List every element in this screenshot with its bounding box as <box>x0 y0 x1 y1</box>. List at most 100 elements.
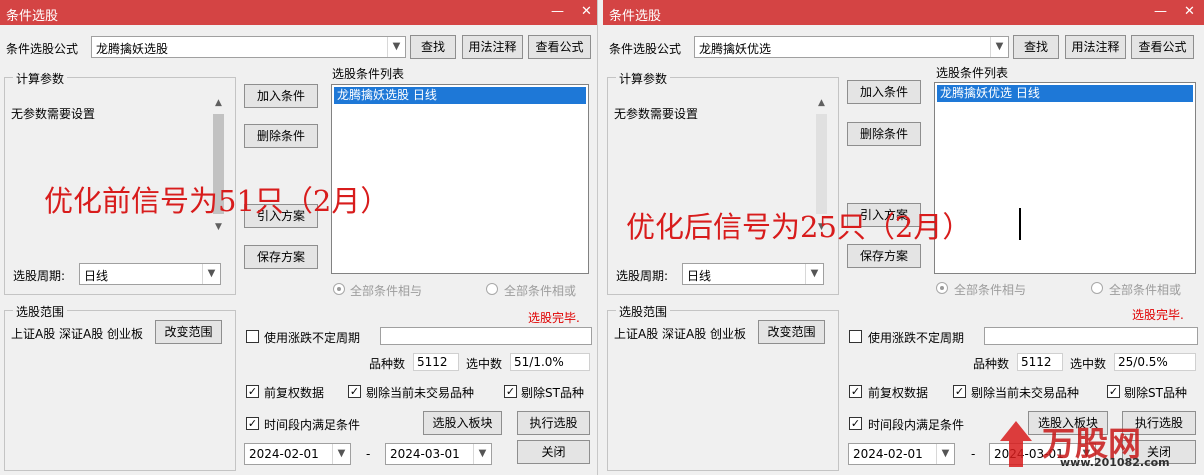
chevron-down-icon[interactable]: ▼ <box>332 444 350 464</box>
formula-label: 条件选股公式 <box>6 42 79 56</box>
chevron-down-icon[interactable]: ▼ <box>202 264 220 284</box>
scroll-up-icon[interactable]: ▲ <box>210 98 227 108</box>
variable-period-checkbox[interactable] <box>849 330 862 343</box>
period-select[interactable]: 日线 ▼ <box>79 263 221 285</box>
variable-period-checkbox[interactable] <box>246 330 259 343</box>
annotation-text: 优化后信号为25只（2月） <box>626 210 972 244</box>
status-text: 选股完毕. <box>1132 308 1184 322</box>
scroll-up-icon[interactable]: ▲ <box>813 98 830 108</box>
date-from-value: 2024-02-01 <box>853 447 923 461</box>
radio-and[interactable] <box>936 282 948 294</box>
date-to-value: 2024-03-01 <box>994 447 1064 461</box>
text-cursor <box>1019 208 1021 240</box>
formula-select[interactable]: 龙腾擒妖选股 ▼ <box>91 36 406 58</box>
change-scope-button[interactable]: 改变范围 <box>155 320 222 344</box>
calc-params-title: 计算参数 <box>616 70 671 87</box>
count-label: 品种数 <box>369 357 406 371</box>
time-range-checkbox[interactable]: ✓ <box>246 417 259 430</box>
view-formula-button[interactable]: 查看公式 <box>1131 35 1194 59</box>
no-params-text: 无参数需要设置 <box>614 107 699 121</box>
radio-or-label: 全部条件相或 <box>504 284 577 298</box>
save-plan-button[interactable]: 保存方案 <box>244 245 318 269</box>
period-label: 选股周期: <box>616 269 669 283</box>
find-button[interactable]: 查找 <box>1013 35 1059 59</box>
date-to-picker[interactable]: 2024-03-01 ▼ <box>385 443 492 465</box>
variable-period-input[interactable] <box>984 327 1198 345</box>
title-bar: 条件选股 — ✕ <box>603 0 1204 25</box>
radio-or[interactable] <box>1091 282 1103 294</box>
add-condition-button[interactable]: 加入条件 <box>244 84 318 108</box>
condition-list-item[interactable]: 龙腾擒妖选股 日线 <box>334 87 586 104</box>
selected-value: 51/1.0% <box>510 353 590 371</box>
remove-st-checkbox[interactable]: ✓ <box>504 385 517 398</box>
adjust-checkbox[interactable]: ✓ <box>849 385 862 398</box>
scroll-thumb[interactable] <box>816 114 827 214</box>
delete-condition-button[interactable]: 删除条件 <box>244 124 318 148</box>
scroll-down-icon[interactable]: ▼ <box>210 222 227 232</box>
scope-text: 上证A股 深证A股 创业板 <box>614 327 747 341</box>
close-button[interactable]: 关闭 <box>517 440 590 464</box>
remove-untraded-checkbox[interactable]: ✓ <box>348 385 361 398</box>
close-icon[interactable]: ✕ <box>1184 4 1195 19</box>
radio-and[interactable] <box>333 283 345 295</box>
radio-and-label: 全部条件相与 <box>350 284 423 298</box>
execute-button[interactable]: 执行选股 <box>517 411 590 435</box>
annotation-text: 优化前信号为51只（2月） <box>44 184 390 218</box>
condition-list[interactable]: 龙腾擒妖优选 日线 <box>934 82 1196 274</box>
time-range-checkbox[interactable]: ✓ <box>849 417 862 430</box>
chevron-down-icon[interactable]: ▼ <box>1077 444 1095 464</box>
period-label: 选股周期: <box>13 269 66 283</box>
usage-notes-button[interactable]: 用法注释 <box>1065 35 1126 59</box>
selected-label: 选中数 <box>466 357 503 371</box>
date-from-picker[interactable]: 2024-02-01 ▼ <box>244 443 351 465</box>
formula-label: 条件选股公式 <box>609 42 682 56</box>
minimize-icon[interactable]: — <box>1154 4 1167 19</box>
count-value: 5112 <box>413 353 459 371</box>
find-button[interactable]: 查找 <box>410 35 456 59</box>
formula-value: 龙腾擒妖选股 <box>96 42 169 56</box>
scope-title: 选股范围 <box>13 303 68 320</box>
delete-condition-button[interactable]: 删除条件 <box>847 122 921 146</box>
count-label: 品种数 <box>973 357 1010 371</box>
minimize-icon[interactable]: — <box>551 4 564 19</box>
change-scope-button[interactable]: 改变范围 <box>758 320 825 344</box>
add-condition-button[interactable]: 加入条件 <box>847 80 921 104</box>
chevron-down-icon[interactable]: ▼ <box>936 444 954 464</box>
remove-untraded-checkbox[interactable]: ✓ <box>953 385 966 398</box>
execute-button[interactable]: 执行选股 <box>1122 411 1196 435</box>
save-plan-button[interactable]: 保存方案 <box>847 244 921 268</box>
chevron-down-icon[interactable]: ▼ <box>990 37 1008 57</box>
chevron-down-icon[interactable]: ▼ <box>805 264 823 284</box>
remove-untraded-label: 剔除当前未交易品种 <box>971 386 1080 400</box>
scope-text: 上证A股 深证A股 创业板 <box>11 327 144 341</box>
view-formula-button[interactable]: 查看公式 <box>528 35 591 59</box>
window-title: 条件选股 <box>6 9 59 24</box>
window-title: 条件选股 <box>609 9 662 24</box>
add-to-block-button[interactable]: 选股入板块 <box>423 411 502 435</box>
calc-params-title: 计算参数 <box>13 70 68 87</box>
add-to-block-button[interactable]: 选股入板块 <box>1028 411 1108 435</box>
formula-value: 龙腾擒妖优选 <box>699 42 772 56</box>
remove-st-label: 剔除ST品种 <box>521 386 584 400</box>
formula-select[interactable]: 龙腾擒妖优选 ▼ <box>694 36 1009 58</box>
variable-period-label: 使用涨跌不定周期 <box>868 331 965 345</box>
period-select[interactable]: 日线 ▼ <box>682 263 824 285</box>
condition-list-item[interactable]: 龙腾擒妖优选 日线 <box>937 85 1193 102</box>
radio-or[interactable] <box>486 283 498 295</box>
chevron-down-icon[interactable]: ▼ <box>473 444 491 464</box>
remove-st-checkbox[interactable]: ✓ <box>1107 385 1120 398</box>
usage-notes-button[interactable]: 用法注释 <box>462 35 523 59</box>
close-button[interactable]: 关闭 <box>1122 440 1196 464</box>
close-icon[interactable]: ✕ <box>581 4 592 19</box>
adjust-label: 前复权数据 <box>264 386 325 400</box>
adjust-checkbox[interactable]: ✓ <box>246 385 259 398</box>
variable-period-label: 使用涨跌不定周期 <box>264 331 361 345</box>
count-value: 5112 <box>1017 353 1063 371</box>
chevron-down-icon[interactable]: ▼ <box>387 37 405 57</box>
date-to-picker[interactable]: 2024-03-01 ▼ <box>989 443 1096 465</box>
variable-period-input[interactable] <box>380 327 592 345</box>
condition-list-title: 选股条件列表 <box>936 66 1009 80</box>
date-from-picker[interactable]: 2024-02-01 ▼ <box>848 443 955 465</box>
radio-or-label: 全部条件相或 <box>1109 283 1182 297</box>
status-text: 选股完毕. <box>528 311 580 325</box>
